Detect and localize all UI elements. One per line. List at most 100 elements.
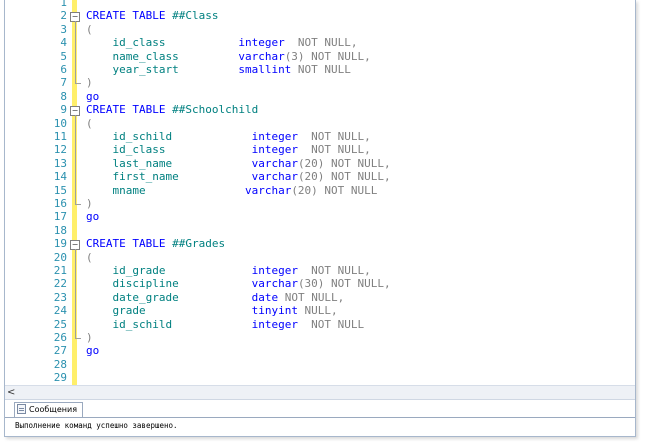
code-line[interactable]: 5 name_class varchar(3) NOT NULL, [5,50,635,63]
code-line[interactable]: 22 discipline varchar(30) NOT NULL, [5,277,635,290]
code-line[interactable]: 21 id_grade integer NOT NULL, [5,264,635,277]
line-number: 10 [53,116,67,130]
code-token: varchar [238,49,285,63]
code-token: varchar [251,170,298,184]
code-line[interactable]: 13 last_name varchar(20) NOT NULL, [5,157,635,170]
code-token: (20) NOT NULL, [297,170,391,184]
code-text: go [86,344,99,357]
code-line[interactable]: 17 go [5,210,635,223]
line-number: 11 [53,130,67,143]
code-text: id_schild integer NOT NULL, [86,130,370,143]
code-token: CREATE TABLE [86,237,173,251]
code-line[interactable]: 8 go [5,90,635,103]
tab-messages[interactable]: Сообщения [14,402,84,417]
scroll-left-arrow-icon[interactable]: < [7,387,17,399]
outline-end [75,83,81,85]
code-text: last_name varchar(20) NOT NULL, [86,156,391,170]
code-token: (30) NOT NULL, [297,277,391,291]
code-text: ) [86,331,93,344]
code-line[interactable]: 26) [5,331,635,344]
code-token: NOT NULL [297,317,365,331]
code-line[interactable]: 7) [5,76,635,89]
code-line[interactable]: 15 mname varchar(20) NOT NULL [5,184,635,197]
code-line[interactable]: 19 CREATE TABLE ##Grades [5,237,635,250]
line-number: 18 [53,223,67,237]
outline-guide [75,21,76,84]
line-number: 12 [53,143,67,157]
line-number: 22 [53,277,67,291]
code-token: varchar [251,277,298,291]
code-text: ( [86,251,93,264]
line-number: 23 [53,290,67,304]
code-text: id_grade integer NOT NULL, [86,264,370,277]
code-line[interactable]: 6 year_start smallint NOT NULL [5,63,635,76]
code-line[interactable]: 9 CREATE TABLE ##Schoolchild [5,103,635,116]
code-token: id_schild [86,130,252,143]
code-token: smallint [238,63,292,76]
query-editor-window: 1 2 CREATE TABLE ##Class 3(4 id_class integ… [4,0,636,437]
outline-guide [75,115,76,204]
sql-editor[interactable]: 1 2 CREATE TABLE ##Class 3(4 id_class integ… [5,0,635,385]
code-line[interactable]: 18 [5,224,635,237]
outline-guide [75,249,76,338]
code-token: first_name [86,170,252,184]
code-line[interactable]: 12 id_class integer NOT NULL, [5,143,635,156]
code-text: discipline varchar(30) NOT NULL, [86,277,391,291]
collapse-icon[interactable]: − [70,239,80,250]
line-number: 21 [53,264,67,277]
collapse-icon[interactable]: − [70,11,80,22]
code-line[interactable]: 14 first_name varchar(20) NOT NULL, [5,170,635,183]
code-token: ##Grades [172,237,226,251]
code-token: integer [251,130,298,143]
code-line[interactable]: 29 [5,371,635,384]
code-token: id_class [86,36,239,50]
code-line[interactable]: 24 grade tinyint NULL, [5,304,635,317]
code-text: ) [86,197,93,210]
code-text: year_start smallint NOT NULL [86,63,350,76]
code-token: go [86,89,100,103]
code-token: varchar [251,156,298,170]
code-line[interactable]: 2 CREATE TABLE ##Class [5,9,635,22]
code-line[interactable]: 23 date_grade date NOT NULL, [5,291,635,304]
code-token: NOT NULL, [278,290,345,304]
line-number: 3 [60,22,67,36]
line-number: 28 [53,357,67,371]
code-token: go [86,210,100,224]
line-number: 1 [60,0,67,9]
code-token: id_class [86,143,252,157]
code-line[interactable]: 1 [5,0,635,9]
code-token: id_grade [86,264,252,277]
horizontal-scrollbar[interactable]: < [5,385,635,400]
line-number: 27 [53,344,67,358]
collapse-icon[interactable]: − [70,105,80,116]
line-number: 25 [53,317,67,331]
outline-end [75,338,81,339]
code-line[interactable]: 16) [5,197,635,210]
code-line[interactable]: 28 [5,358,635,371]
code-token: tinyint [251,304,298,318]
line-number: 6 [60,63,67,76]
code-token: year_start [86,63,239,76]
code-token: integer [251,264,298,277]
code-token: discipline [86,277,252,291]
code-line[interactable]: 27 go [5,344,635,357]
line-number: 2 [60,9,67,23]
code-line[interactable]: 4 id_class integer NOT NULL, [5,36,635,49]
code-line[interactable]: 10 ( [5,117,635,130]
code-line[interactable]: 11 id_schild integer NOT NULL, [5,130,635,143]
code-token: (20) NOT NULL, [297,156,391,170]
line-number: 7 [60,76,67,90]
code-line[interactable]: 20 ( [5,251,635,264]
code-token: integer [251,143,298,157]
code-text: ( [86,23,93,36]
code-token: ) [86,331,93,344]
line-number: 20 [53,250,67,264]
code-line[interactable]: 3( [5,23,635,36]
code-line[interactable]: 25 id_schild integer NOT NULL [5,318,635,331]
code-token: ( [86,250,93,264]
messages-panel: Сообщения Выполнение команд успешно заве… [5,399,635,436]
outline-end [75,204,81,205]
tab-messages-label: Сообщения [29,405,78,414]
line-number: 8 [60,89,67,103]
line-number: 13 [53,156,67,170]
